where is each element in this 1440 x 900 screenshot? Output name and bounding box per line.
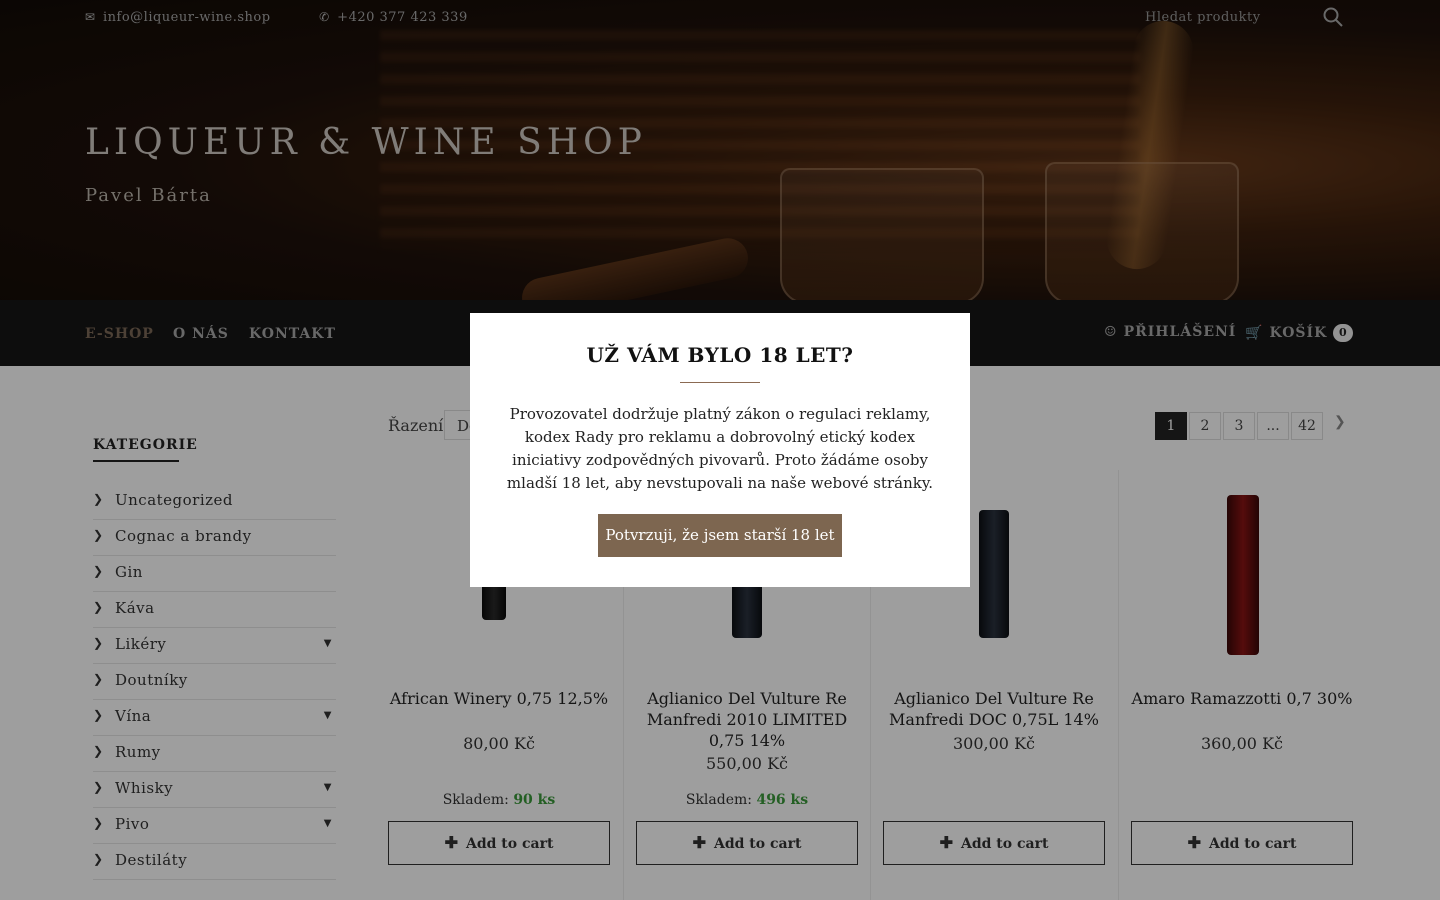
age-verification-modal: UŽ VÁM BYLO 18 LET? Provozovatel dodržuj… <box>470 313 970 587</box>
modal-text: Provozovatel dodržuje platný zákon o reg… <box>506 405 934 492</box>
modal-divider <box>680 382 760 383</box>
confirm-age-button[interactable]: Potvrzuji, že jsem starší 18 let <box>598 514 842 557</box>
modal-title: UŽ VÁM BYLO 18 LET? <box>586 343 854 367</box>
